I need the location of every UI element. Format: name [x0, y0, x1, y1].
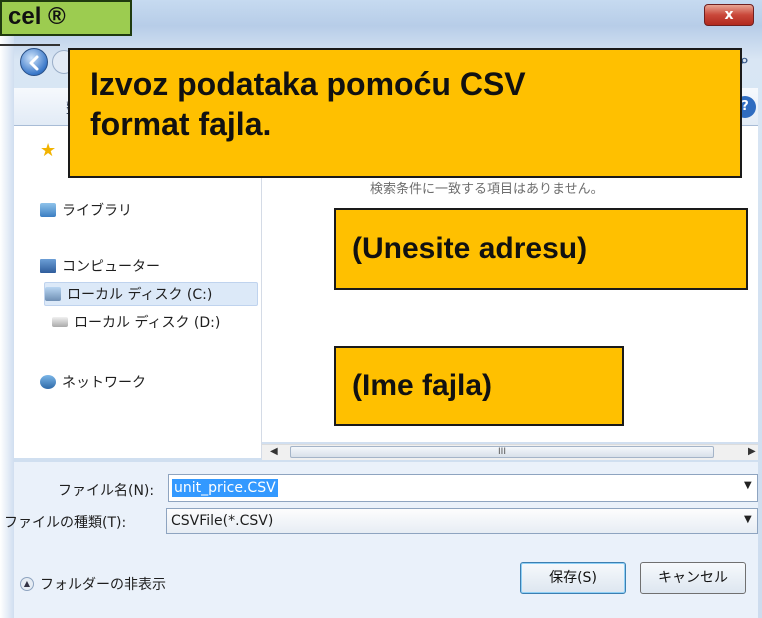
- sidebar-item-label: ローカル ディスク (D:): [74, 315, 221, 331]
- close-button[interactable]: x: [704, 4, 754, 26]
- callout-address-instruction: (Unesite adresu): [334, 208, 748, 290]
- callout-export-line1: Izvoz podataka pomoću CSV: [90, 66, 526, 102]
- cancel-button[interactable]: キャンセル: [640, 562, 746, 594]
- computer-icon: [40, 259, 56, 273]
- filetype-label: ファイルの種類(T):: [4, 515, 127, 531]
- filename-input[interactable]: unit_price.CSV: [168, 474, 758, 502]
- chevron-up-icon: ▲: [20, 577, 34, 591]
- drive-d-icon: [52, 317, 68, 327]
- sidebar-item-library[interactable]: ライブラリ: [40, 198, 132, 222]
- callout-filename-instruction: (Ime fajla): [334, 346, 624, 426]
- scrollbar-thumb[interactable]: III: [290, 446, 714, 458]
- sidebar-item-label: ネットワーク: [62, 375, 146, 391]
- sidebar-item-local-disk-c[interactable]: ローカル ディスク (C:): [44, 282, 258, 306]
- chevron-down-icon[interactable]: ▼: [744, 514, 752, 525]
- filename-value: unit_price.CSV: [172, 479, 278, 497]
- favorites-star-icon[interactable]: ★: [40, 140, 56, 161]
- empty-results-message: 検索条件に一致する項目はありません。: [370, 182, 604, 197]
- scroll-left-arrow-icon[interactable]: ◀: [270, 446, 278, 457]
- sidebar-item-network[interactable]: ネットワーク: [40, 370, 146, 394]
- filename-label: ファイル名(N):: [58, 483, 155, 499]
- drive-c-icon: [45, 287, 61, 301]
- filetype-select[interactable]: CSVFile(*.CSV): [166, 508, 758, 534]
- hide-folders-toggle[interactable]: ▲ フォルダーの非表示: [20, 574, 166, 594]
- background-slide-title: cel ®: [0, 0, 132, 36]
- hide-folders-label: フォルダーの非表示: [40, 577, 166, 593]
- save-button[interactable]: 保存(S): [520, 562, 626, 594]
- network-icon: [40, 375, 56, 389]
- sidebar-item-local-disk-d[interactable]: ローカル ディスク (D:): [52, 310, 220, 334]
- scroll-right-arrow-icon[interactable]: ▶: [748, 446, 756, 457]
- sidebar-item-label: ライブラリ: [62, 203, 132, 219]
- background-divider-line: [0, 44, 60, 46]
- back-arrow-icon: [29, 55, 39, 71]
- sidebar-item-label: ローカル ディスク (C:): [67, 287, 213, 303]
- sidebar-item-label: コンピューター: [62, 259, 160, 275]
- sidebar-item-computer[interactable]: コンピューター: [40, 254, 160, 278]
- chevron-down-icon[interactable]: ▼: [744, 480, 752, 491]
- callout-export-instruction: Izvoz podataka pomoću CSV format fajla.: [68, 48, 742, 178]
- callout-export-line2: format fajla.: [90, 106, 272, 142]
- library-icon: [40, 203, 56, 217]
- back-button[interactable]: [20, 48, 48, 76]
